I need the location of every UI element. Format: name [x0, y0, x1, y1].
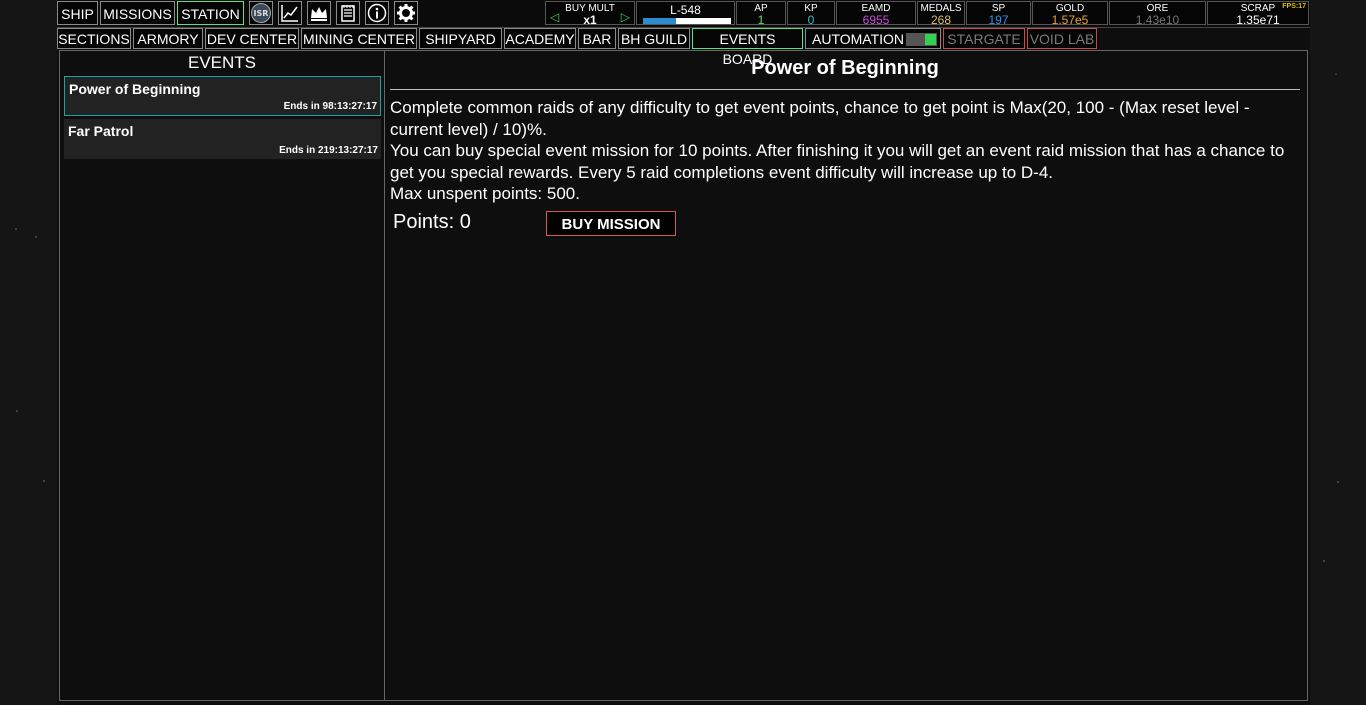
- notes-button[interactable]: [336, 1, 360, 25]
- top-bar: SHIP MISSIONS STATION ISR ◁ BUY MULT x1 …: [57, 0, 1310, 28]
- section-academy-button[interactable]: ACADEMY: [504, 28, 576, 49]
- event-detail-title: Power of Beginning: [751, 57, 939, 79]
- events-panel: EVENTS Power of Beginning Ends in 98:13:…: [60, 51, 385, 700]
- gear-icon: [397, 4, 415, 22]
- isr-button[interactable]: ISR: [249, 1, 273, 25]
- section-mining-center-button[interactable]: MINING CENTER: [301, 28, 417, 49]
- buy-mult-selector: ◁ BUY MULT x1 ▷: [545, 1, 635, 26]
- medals-value: 268: [930, 13, 952, 27]
- medals-stat: MEDALS 268: [917, 1, 965, 27]
- event-item-power-of-beginning[interactable]: Power of Beginning Ends in 98:13:27:17: [64, 76, 381, 116]
- section-sections-button[interactable]: SECTIONS: [57, 28, 131, 49]
- level-progress-bar: [643, 18, 731, 24]
- background-star: [1335, 73, 1337, 75]
- background-star: [15, 228, 17, 230]
- event-ends: Ends in 98:13:27:17: [283, 101, 377, 112]
- nav-missions-button[interactable]: MISSIONS: [100, 1, 175, 25]
- leaderboard-button[interactable]: [307, 1, 331, 25]
- background-star: [1337, 481, 1339, 483]
- info-button[interactable]: [365, 1, 389, 25]
- automation-toggle[interactable]: [906, 33, 937, 46]
- event-name: Power of Beginning: [69, 81, 201, 97]
- level-display: L-548: [636, 1, 735, 25]
- sections-bar: SECTIONS ARMORY DEV CENTER MINING CENTER…: [57, 28, 1310, 67]
- sp-value: 197: [988, 13, 1009, 27]
- stats-button[interactable]: [278, 1, 302, 25]
- eamd-stat: EAMD 6955: [836, 1, 916, 27]
- background-star: [43, 480, 45, 482]
- scrap-stat: SCRAP 1.35e71 FPS:17: [1207, 1, 1309, 27]
- notes-icon: [341, 5, 355, 22]
- max-points-text: Max unspent points: 500.: [390, 184, 580, 203]
- sp-stat: SP 197: [966, 1, 1031, 27]
- section-shipyard-button[interactable]: SHIPYARD: [419, 28, 502, 49]
- gold-value: 1.57e5: [1051, 13, 1089, 27]
- events-title: EVENTS: [187, 53, 257, 72]
- kp-value: 0: [807, 13, 815, 27]
- ore-value: 1.43e10: [1135, 13, 1180, 27]
- section-bh-guild-button[interactable]: BH GUILD: [618, 28, 690, 49]
- gold-stat: GOLD 1.57e5: [1032, 1, 1108, 27]
- event-ends: Ends in 219:13:27:17: [279, 145, 378, 156]
- info-icon: [367, 3, 387, 23]
- game-window: SHIP MISSIONS STATION ISR ◁ BUY MULT x1 …: [57, 0, 1310, 705]
- event-name: Far Patrol: [68, 123, 134, 139]
- fps-counter: FPS:17: [1282, 3, 1306, 10]
- chart-icon: [281, 5, 298, 22]
- section-armory-button[interactable]: ARMORY: [133, 28, 203, 49]
- event-detail-panel: Power of Beginning Complete common raids…: [385, 51, 1307, 700]
- section-automation-button[interactable]: AUTOMATION: [805, 28, 941, 49]
- automation-label: AUTOMATION: [812, 31, 905, 47]
- kp-stat: KP 0: [787, 1, 835, 27]
- eamd-value: 6955: [862, 13, 890, 27]
- ap-stat: AP 1: [736, 1, 786, 27]
- crown-icon: [311, 7, 327, 21]
- background-star: [16, 410, 18, 412]
- nav-station-button[interactable]: STATION: [177, 1, 244, 25]
- event-item-far-patrol[interactable]: Far Patrol Ends in 219:13:27:17: [64, 119, 381, 159]
- buy-mission-button[interactable]: BUY MISSION: [546, 211, 676, 236]
- section-void-lab-button[interactable]: VOID LAB: [1027, 28, 1097, 49]
- description-line: You can buy special event mission for 10…: [390, 141, 1285, 182]
- scrap-value: 1.35e71: [1236, 13, 1280, 27]
- buy-mult-decrease-arrow[interactable]: ◁: [550, 10, 559, 24]
- title-divider: [390, 89, 1300, 90]
- event-description: Complete common raids of any difficulty …: [390, 97, 1295, 205]
- description-line: Complete common raids of any difficulty …: [390, 98, 1250, 139]
- level-value: L-548: [670, 3, 701, 17]
- points-display: Points: 0: [393, 211, 471, 233]
- section-dev-center-button[interactable]: DEV CENTER: [205, 28, 299, 49]
- content-frame: EVENTS Power of Beginning Ends in 98:13:…: [59, 50, 1308, 701]
- background-star: [35, 236, 37, 238]
- background-star: [1323, 560, 1325, 562]
- settings-button[interactable]: [394, 1, 418, 25]
- section-stargate-button[interactable]: STARGATE: [943, 28, 1025, 49]
- ore-stat: ORE 1.43e10: [1109, 1, 1206, 27]
- isr-icon: ISR: [251, 3, 271, 23]
- section-events-board-button[interactable]: EVENTS BOARD: [692, 28, 803, 67]
- buy-mult-increase-arrow[interactable]: ▷: [621, 10, 630, 24]
- nav-ship-button[interactable]: SHIP: [57, 1, 98, 25]
- ap-value: 1: [757, 13, 765, 27]
- section-bar-button[interactable]: BAR: [578, 28, 616, 49]
